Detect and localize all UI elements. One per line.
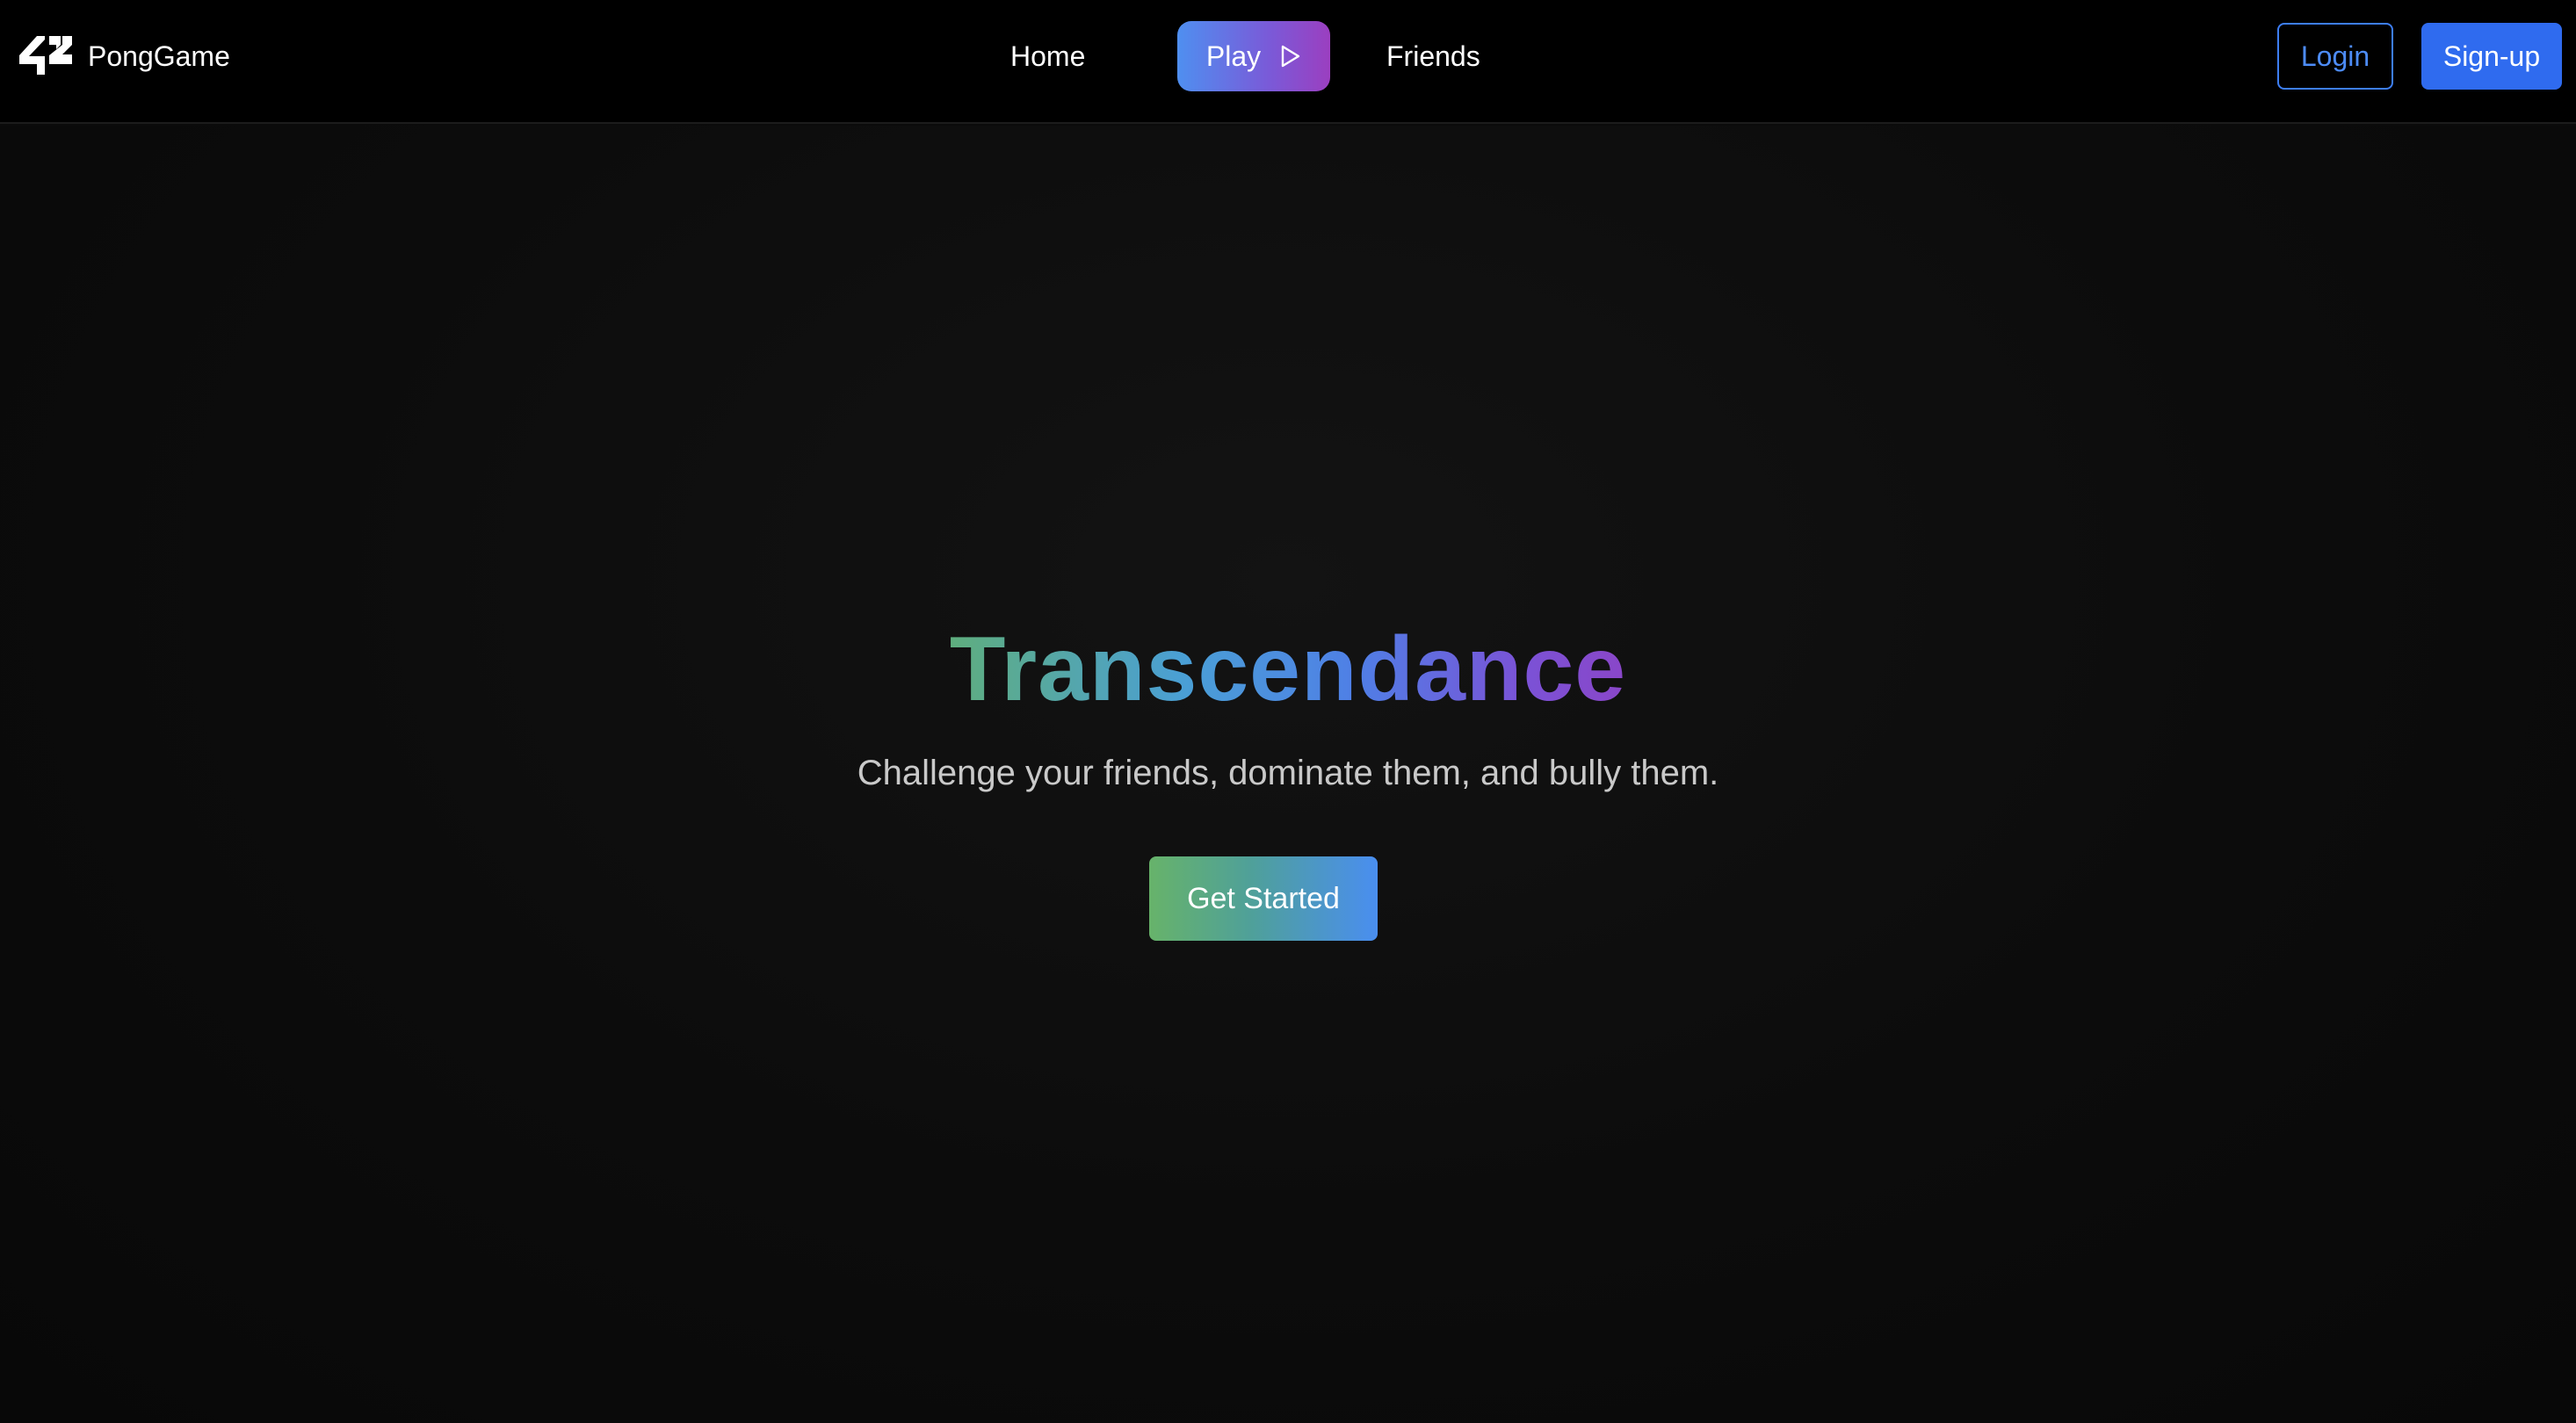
play-triangle-icon [1281,45,1300,68]
top-navbar: PongGame Home Play Friends Login Sign-up [0,0,2576,124]
signup-button[interactable]: Sign-up [2421,23,2562,90]
nav-friends-link[interactable]: Friends [1386,40,1480,73]
42-logo-icon [19,36,72,75]
brand-name: PongGame [88,40,230,72]
nav-play-label: Play [1205,40,1262,72]
nav-play-button[interactable]: Play [1177,21,1330,91]
get-started-button[interactable]: Get Started [1149,856,1378,941]
hero-title-text: Transcendance [949,618,1627,720]
brand[interactable]: PongGame [19,33,230,79]
hero-subtitle: Challenge your friends, dominate them, a… [857,754,1719,792]
login-button[interactable]: Login [2277,23,2393,90]
hero-title: Transcendance [0,618,2576,722]
hero-section: Transcendance Challenge your friends, do… [0,126,2576,1423]
nav-home-link[interactable]: Home [1010,40,1085,73]
